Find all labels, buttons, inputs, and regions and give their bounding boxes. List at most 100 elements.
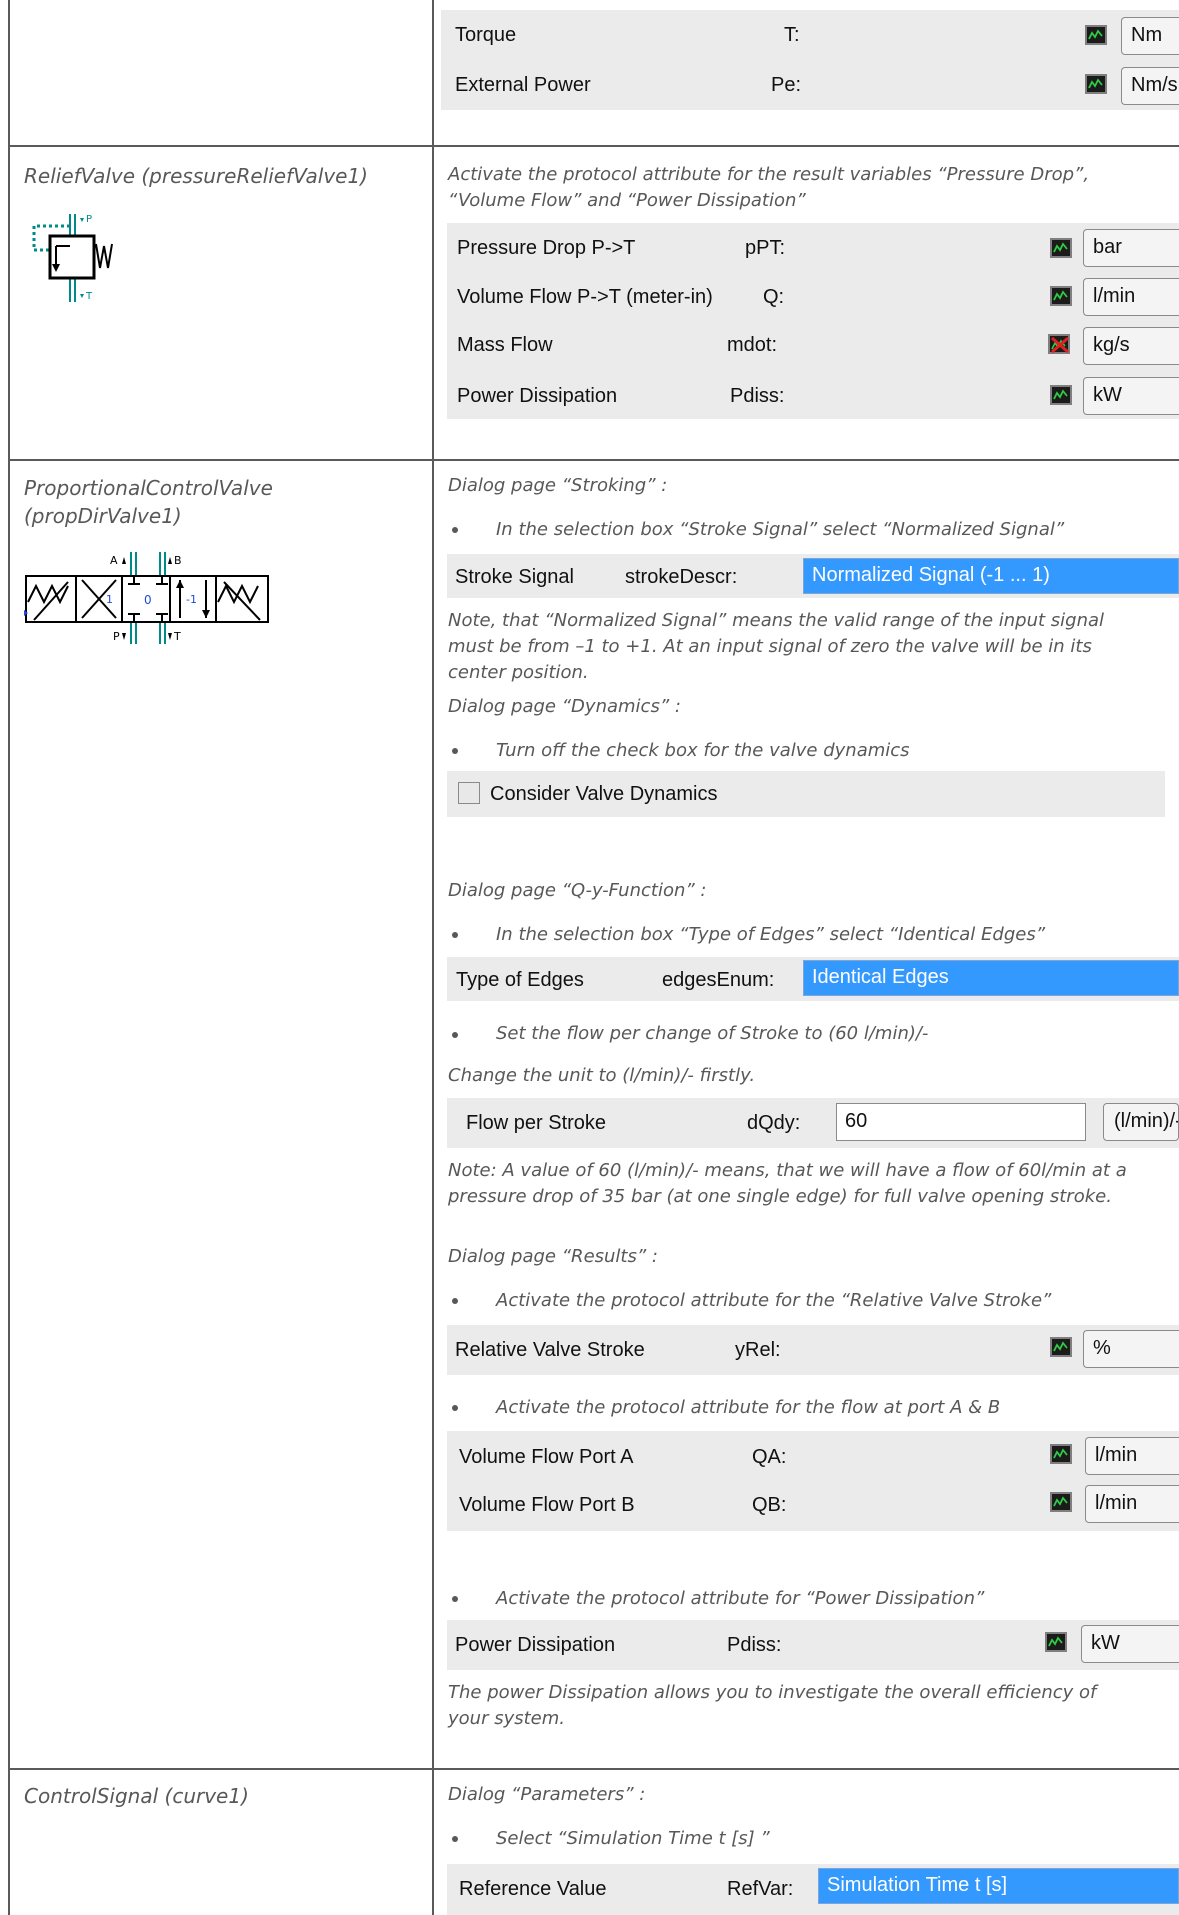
protocol-checkbox-icon[interactable] [1050,1492,1072,1512]
svg-text:T: T [85,291,93,302]
power-dissipation-var: Pdiss: [727,1634,782,1656]
torque-label: Torque [455,24,517,46]
row-divider [8,459,1179,461]
torque-unit[interactable]: Nm [1121,17,1179,55]
dialog-page-title: Dialog “Parameters” : [448,1784,646,1805]
instruction-text: Activate the protocol attribute for the … [448,164,1090,211]
volume-flow-port-a-var: QA: [752,1446,787,1468]
volume-flow-unit[interactable]: l/min [1083,278,1179,316]
note-text: Note, that “Normalized Signal” means the… [448,610,1105,683]
bullet-text: Set the flow per change of Stroke to (60… [496,1023,929,1044]
bullet-text: Activate the protocol attribute for “Pow… [496,1588,985,1609]
bullet-icon [452,1836,458,1842]
component-name-line2: (propDirValve1) [24,504,182,528]
dialog-page-title: Dialog page “Stroking” : [448,475,668,496]
volume-flow-port-b-var: QB: [752,1494,787,1516]
ext-power-var: Pe: [771,74,802,96]
power-dissipation-label: Power Dissipation [457,385,618,407]
type-of-edges-select[interactable]: Identical Edges [803,960,1179,996]
mass-flow-var: mdot: [727,334,778,356]
svg-text:1: 1 [106,593,113,606]
svg-text:P: P [113,630,120,643]
volume-flow-port-b-unit[interactable]: l/min [1085,1485,1179,1523]
protocol-checkbox-icon[interactable] [1050,238,1072,258]
power-dissipation-var: Pdiss: [730,385,785,407]
pressure-drop-unit[interactable]: bar [1083,229,1179,267]
svg-text:0: 0 [144,593,152,607]
instruction-text: Change the unit to (l/min)/- firstly. [448,1065,756,1086]
protocol-checkbox-icon[interactable] [1050,1337,1072,1357]
bullet-icon [452,1596,458,1602]
flow-per-stroke-var: dQdy: [747,1112,801,1134]
bullet-icon [452,1405,458,1411]
bullet-icon [452,932,458,938]
power-dissipation-label: Power Dissipation [455,1634,616,1656]
ext-power-unit[interactable]: Nm/s [1121,67,1179,105]
flow-per-stroke-input[interactable]: 60 [836,1103,1086,1141]
dialog-page-title: Dialog page “Q-y-Function” : [448,880,707,901]
bullet-text: In the selection box “Stroke Signal” sel… [496,519,1065,540]
relative-valve-stroke-var: yRel: [735,1339,781,1361]
stroke-signal-var: strokeDescr: [625,566,738,588]
edges-enum-var: edgesEnum: [662,969,775,991]
protocol-checkbox-icon[interactable] [1050,1444,1072,1464]
protocol-checkbox-icon[interactable] [1085,25,1107,45]
dialog-page-title: Dialog page “Dynamics” : [448,696,681,717]
relief-valve-symbol-icon: P T [32,214,113,302]
protocol-checkbox-icon[interactable] [1050,286,1072,306]
pressure-drop-label: Pressure Drop P->T [457,237,636,259]
torque-var: T: [784,24,800,46]
volume-flow-label: Volume Flow P->T (meter-in) [457,286,713,308]
component-name: ControlSignal (curve1) [24,1784,249,1808]
bullet-text: Select “Simulation Time t [s] ” [496,1828,770,1849]
relative-valve-stroke-unit[interactable]: % [1083,1330,1179,1368]
svg-text:P: P [86,214,92,225]
table-column-divider [432,0,434,1915]
volume-flow-port-a-unit[interactable]: l/min [1085,1437,1179,1475]
reference-value-select[interactable]: Simulation Time t [s] [818,1868,1179,1904]
type-of-edges-label: Type of Edges [456,969,584,991]
pressure-drop-var: pPT: [745,237,786,259]
protocol-checkbox-disabled-icon[interactable] [1048,334,1070,354]
bullet-icon [452,1298,458,1304]
relative-valve-stroke-label: Relative Valve Stroke [455,1339,645,1361]
note-text: The power Dissipation allows you to inve… [448,1682,1097,1729]
protocol-checkbox-icon[interactable] [1045,1632,1067,1652]
row-divider [8,1768,1179,1770]
note-text: Note: A value of 60 (l/min)/- means, tha… [448,1160,1127,1207]
bullet-icon [452,527,458,533]
protocol-checkbox-icon[interactable] [1085,74,1107,94]
protocol-checkbox-icon[interactable] [1050,385,1072,405]
flow-per-stroke-label: Flow per Stroke [466,1112,607,1134]
table-border-left [8,0,10,1915]
consider-valve-dynamics-label: Consider Valve Dynamics [490,783,718,805]
svg-text:A: A [110,554,118,567]
svg-text:-1: -1 [186,593,197,606]
bullet-text: Turn off the check box for the valve dyn… [496,740,910,761]
bullet-text: Activate the protocol attribute for the … [496,1290,1052,1311]
ext-power-label: External Power [455,74,591,96]
flow-per-stroke-unit-button[interactable]: (l/min)/- [1103,1103,1179,1141]
component-name: ReliefValve (pressureReliefValve1) [24,164,368,188]
proportional-valve-symbol-icon: A B P T 1 0 -1 [24,552,269,644]
svg-text:T: T [173,630,181,643]
mass-flow-unit[interactable]: kg/s [1083,327,1179,365]
bullet-text: In the selection box “Type of Edges” sel… [496,924,1046,945]
bullet-icon [452,748,458,754]
reference-value-label: Reference Value [459,1878,607,1900]
ref-var-label: RefVar: [727,1878,794,1900]
mass-flow-label: Mass Flow [457,334,553,356]
volume-flow-port-a-label: Volume Flow Port A [459,1446,634,1468]
consider-valve-dynamics-checkbox[interactable] [458,782,480,804]
svg-text:B: B [174,554,182,567]
row-divider [8,145,1179,147]
volume-flow-port-b-label: Volume Flow Port B [459,1494,635,1516]
power-dissipation-unit[interactable]: kW [1083,377,1179,415]
dialog-page-title: Dialog page “Results” : [448,1246,658,1267]
power-dissipation-unit[interactable]: kW [1081,1625,1179,1663]
bullet-text: Activate the protocol attribute for the … [496,1397,1001,1418]
volume-flow-var: Q: [763,286,785,308]
stroke-signal-select[interactable]: Normalized Signal (-1 ... 1) [803,558,1179,594]
component-name-line1: ProportionalControlValve [24,476,273,500]
stroke-signal-label: Stroke Signal [455,566,574,588]
